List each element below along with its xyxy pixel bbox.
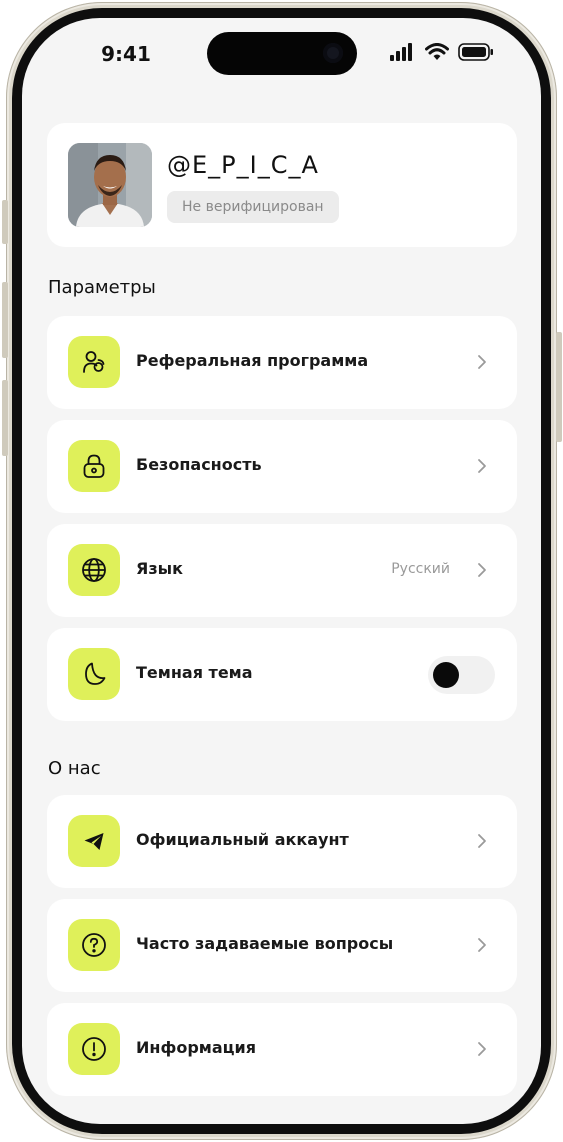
status-time: 9:41	[101, 42, 151, 66]
users-icon	[68, 336, 120, 388]
battery-icon	[458, 43, 493, 61]
chevron-right-icon	[478, 938, 486, 952]
settings-item-label: Часто задаваемые вопросы	[136, 934, 394, 953]
chevron-right-icon	[478, 563, 486, 577]
verification-badge: Не верифицирован	[167, 191, 339, 223]
language-value: Русский	[391, 561, 450, 577]
globe-icon	[68, 544, 120, 596]
chevron-right-icon	[478, 459, 486, 473]
settings-item-label: Официальный аккаунт	[136, 830, 349, 849]
telegram-icon	[68, 815, 120, 867]
signal-icon	[390, 43, 412, 61]
chevron-right-icon	[478, 834, 486, 848]
action-button	[2, 200, 8, 244]
settings-item-security[interactable]: Безопасность	[47, 420, 517, 513]
screen: 9:41 @E_P_I_C_A Не верифицирован Парамет…	[22, 18, 541, 1124]
section-title-about: О нас	[48, 758, 101, 779]
volume-down-button	[2, 380, 8, 456]
chevron-right-icon	[478, 355, 486, 369]
camera-icon	[323, 43, 343, 63]
wifi-icon	[425, 43, 449, 60]
username: @E_P_I_C_A	[167, 151, 319, 179]
chevron-right-icon	[478, 1042, 486, 1056]
settings-item-faq[interactable]: Часто задаваемые вопросы	[47, 899, 517, 992]
toggle-knob	[433, 662, 459, 688]
settings-item-label: Язык	[136, 559, 183, 578]
settings-item-label: Информация	[136, 1038, 256, 1057]
lock-icon	[68, 440, 120, 492]
settings-item-official-account[interactable]: Официальный аккаунт	[47, 795, 517, 888]
settings-item-label: Безопасность	[136, 455, 262, 474]
dynamic-island	[207, 32, 357, 75]
profile-card[interactable]: @E_P_I_C_A Не верифицирован	[47, 123, 517, 247]
moon-icon	[68, 648, 120, 700]
info-icon	[68, 1023, 120, 1075]
settings-item-label: Реферальная программа	[136, 351, 369, 370]
settings-item-dark-theme[interactable]: Темная тема	[47, 628, 517, 721]
settings-item-referral[interactable]: Реферальная программа	[47, 316, 517, 409]
question-icon	[68, 919, 120, 971]
power-button	[556, 332, 562, 442]
dark-theme-toggle[interactable]	[428, 656, 495, 694]
settings-item-info[interactable]: Информация	[47, 1003, 517, 1096]
settings-item-label: Темная тема	[136, 663, 253, 682]
avatar[interactable]	[68, 143, 152, 227]
volume-up-button	[2, 282, 8, 358]
settings-item-language[interactable]: Язык Русский	[47, 524, 517, 617]
section-title-params: Параметры	[48, 277, 156, 298]
